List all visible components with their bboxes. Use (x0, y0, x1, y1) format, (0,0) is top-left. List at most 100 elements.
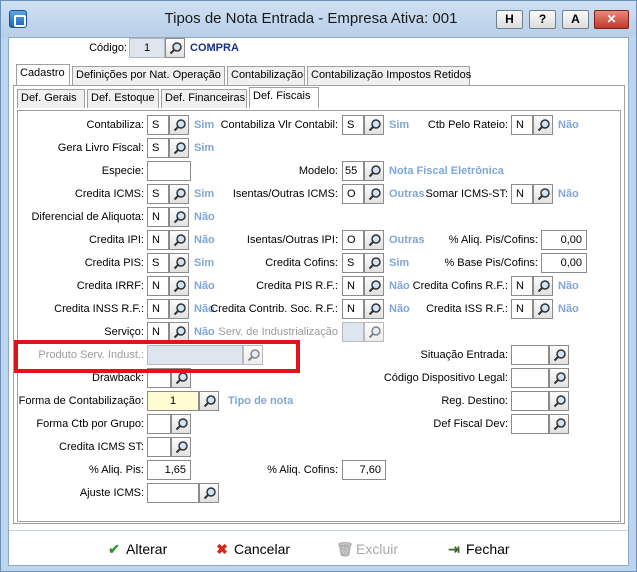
credita-pis-rf-field[interactable]: N (342, 276, 364, 296)
magnifier-icon (169, 42, 182, 55)
help-h-button[interactable]: H (496, 10, 523, 29)
servico-field[interactable]: N (147, 322, 169, 342)
ajuste-icms-lookup-button[interactable] (199, 483, 219, 503)
isentas-ipi-field[interactable]: O (342, 230, 364, 250)
fechar-button[interactable]: ⇥ Fechar (446, 539, 509, 559)
servico-lookup-button[interactable] (169, 322, 189, 342)
magnifier-icon (203, 395, 216, 408)
forma-contabilizacao-field[interactable]: 1 (147, 391, 199, 411)
ctb-rateio-lookup-button[interactable] (533, 115, 553, 135)
credita-cofins-field[interactable]: S (342, 253, 364, 273)
base-pis-cofins-field[interactable]: 0,00 (541, 253, 587, 273)
credita-icms-lookup-button[interactable] (169, 184, 189, 204)
credita-iss-rf-label: Credita ISS R.F.: (426, 303, 508, 315)
diferencial-field[interactable]: N (147, 207, 169, 227)
serv-industrializacao-label: Serv. de Industrialização (218, 326, 338, 338)
magnifier-icon (173, 257, 186, 270)
drawback-label: Drawback: (92, 372, 144, 384)
modelo-lookup-button[interactable] (364, 161, 384, 181)
credita-irrf-lookup-button[interactable] (169, 276, 189, 296)
credita-icms-field[interactable]: S (147, 184, 169, 204)
credita-contrib-rf-field[interactable]: N (342, 299, 364, 319)
credita-icms-st-field[interactable] (147, 437, 171, 457)
ctb-rateio-field[interactable]: N (511, 115, 533, 135)
reg-destino-lookup-button[interactable] (549, 391, 569, 411)
credita-irrf-field[interactable]: N (147, 276, 169, 296)
codigo-dispositivo-lookup-button[interactable] (549, 368, 569, 388)
def-fiscal-dev-field[interactable] (511, 414, 549, 434)
ctb-rateio-label: Ctb Pelo Rateio: (427, 119, 508, 131)
magnifier-icon (173, 188, 186, 201)
aliq-cofins-field[interactable]: 7,60 (342, 460, 386, 480)
credita-ipi-lookup-button[interactable] (169, 230, 189, 250)
app-icon (9, 10, 27, 28)
subtab-def-estoque[interactable]: Def. Estoque (87, 89, 159, 108)
credita-pis-lookup-button[interactable] (169, 253, 189, 273)
alterar-button[interactable]: ✔ Alterar (106, 539, 167, 559)
reg-destino-field[interactable] (511, 391, 549, 411)
credita-pis-rf-lookup-button[interactable] (364, 276, 384, 296)
situacao-entrada-lookup-button[interactable] (549, 345, 569, 365)
cancelar-button[interactable]: ✖ Cancelar (214, 539, 290, 559)
situacao-entrada-field[interactable] (511, 345, 549, 365)
contab-vlr-lookup-button[interactable] (364, 115, 384, 135)
isentas-ipi-lookup-button[interactable] (364, 230, 384, 250)
drawback-lookup-button[interactable] (171, 368, 191, 388)
aliq-pis-field[interactable]: 1,65 (147, 460, 191, 480)
codigo-dispositivo-field[interactable] (511, 368, 549, 388)
credita-contrib-rf-lookup-button[interactable] (364, 299, 384, 319)
subtab-def-gerais[interactable]: Def. Gerais (17, 89, 85, 108)
magnifier-icon (537, 303, 550, 316)
forma-ctb-grupo-lookup-button[interactable] (171, 414, 191, 434)
credita-icms-st-lookup-button[interactable] (171, 437, 191, 457)
somar-icms-st-field[interactable]: N (511, 184, 533, 204)
ajuste-icms-field[interactable] (147, 483, 199, 503)
drawback-field[interactable] (147, 368, 171, 388)
aliq-pis-cofins-field[interactable]: 0,00 (541, 230, 587, 250)
tab-contabilizacao-impostos-retidos[interactable]: Contabilização Impostos Retidos (307, 66, 471, 85)
especie-field[interactable] (147, 161, 191, 181)
diferencial-lookup-button[interactable] (169, 207, 189, 227)
tab-cadastro[interactable]: Cadastro (16, 64, 70, 85)
help-question-button[interactable]: ? (529, 10, 556, 29)
contab-vlr-field[interactable]: S (342, 115, 364, 135)
forma-contabilizacao-lookup-button[interactable] (199, 391, 219, 411)
credita-inss-rf-field[interactable]: N (147, 299, 169, 319)
footer-toolbar: ✔ Alterar ✖ Cancelar 🗑 Excluir ⇥ Fechar (9, 530, 628, 566)
def-fiscais-panel: Contabiliza: S Sim Contabiliza Vlr Conta… (17, 110, 621, 522)
isentas-icms-field[interactable]: O (342, 184, 364, 204)
exit-door-icon: ⇥ (448, 541, 460, 557)
gera-livro-lookup-button[interactable] (169, 138, 189, 158)
credita-pis-field[interactable]: S (147, 253, 169, 273)
credita-ipi-field[interactable]: N (147, 230, 169, 250)
gera-livro-field[interactable]: S (147, 138, 169, 158)
tab-definicoes-nat-operacao[interactable]: Definições por Nat. Operação (72, 66, 225, 85)
isentas-icms-lookup-button[interactable] (364, 184, 384, 204)
modelo-field[interactable]: 55 (342, 161, 364, 181)
subtab-def-fiscais[interactable]: Def. Fiscais (249, 87, 319, 108)
magnifier-icon (368, 326, 381, 339)
credita-iss-rf-desc: Não (558, 303, 579, 315)
somar-icms-st-lookup-button[interactable] (533, 184, 553, 204)
contabiliza-lookup-button[interactable] (169, 115, 189, 135)
close-button[interactable]: ✕ (594, 10, 629, 29)
codigo-lookup-button[interactable] (165, 38, 185, 58)
credita-cofins-rf-lookup-button[interactable] (533, 276, 553, 296)
def-fiscal-dev-lookup-button[interactable] (549, 414, 569, 434)
credita-cofins-lookup-button[interactable] (364, 253, 384, 273)
tab-contabilizacao[interactable]: Contabilização (227, 66, 305, 85)
servico-desc: Não (194, 326, 215, 338)
magnifier-icon (553, 349, 566, 362)
contabiliza-field[interactable]: S (147, 115, 169, 135)
excluir-button[interactable]: 🗑 Excluir (336, 539, 398, 559)
credita-iss-rf-field[interactable]: N (511, 299, 533, 319)
forma-ctb-grupo-field[interactable] (147, 414, 171, 434)
subtab-def-financeiras[interactable]: Def. Financeiras (161, 89, 247, 108)
credita-inss-rf-lookup-button[interactable] (169, 299, 189, 319)
credita-cofins-rf-field[interactable]: N (511, 276, 533, 296)
situacao-entrada-label: Situação Entrada: (420, 349, 508, 361)
credita-iss-rf-lookup-button[interactable] (533, 299, 553, 319)
codigo-field[interactable]: 1 (129, 38, 165, 58)
a-button[interactable]: A (562, 10, 589, 29)
alterar-label: Alterar (126, 541, 168, 557)
